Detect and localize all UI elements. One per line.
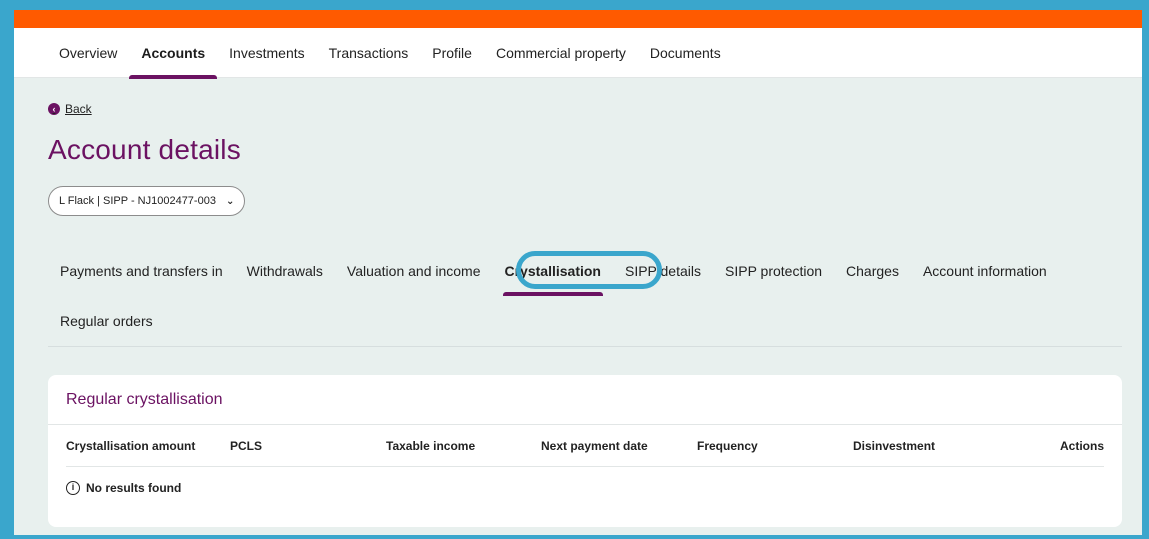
tab-regular-orders[interactable]: Regular orders xyxy=(48,296,165,346)
app-frame: Overview Accounts Investments Transactio… xyxy=(14,10,1142,535)
back-link[interactable]: ‹ Back xyxy=(48,102,1122,116)
nav-overview[interactable]: Overview xyxy=(59,28,117,78)
regular-crystallisation-card: Regular crystallisation Crystallisation … xyxy=(48,375,1122,527)
tab-withdrawals[interactable]: Withdrawals xyxy=(235,246,335,296)
back-label: Back xyxy=(65,102,92,116)
account-subtabs: Payments and transfers in Withdrawals Va… xyxy=(48,246,1122,347)
chevron-down-icon: ⌄ xyxy=(225,195,235,207)
card-title: Regular crystallisation xyxy=(48,375,1122,425)
page-title: Account details xyxy=(48,134,241,165)
account-select-value: L Flack | SIPP - NJ1002477-003 xyxy=(59,195,216,207)
brand-bar xyxy=(14,10,1142,28)
empty-message: No results found xyxy=(86,481,182,495)
nav-transactions[interactable]: Transactions xyxy=(329,28,409,78)
main-nav: Overview Accounts Investments Transactio… xyxy=(14,28,1142,79)
empty-state: i No results found xyxy=(66,467,1104,509)
table-header: Crystallisation amount PCLS Taxable inco… xyxy=(66,425,1104,467)
info-icon: i xyxy=(66,481,80,495)
col-pcls: PCLS xyxy=(230,438,263,453)
col-disinvestment: Disinvestment xyxy=(853,438,936,453)
tab-sipp-protection[interactable]: SIPP protection xyxy=(713,246,834,296)
col-crystallisation-amount: Crystallisation amount xyxy=(66,438,196,453)
nav-profile[interactable]: Profile xyxy=(432,28,472,78)
tab-valuation-income[interactable]: Valuation and income xyxy=(335,246,493,296)
col-taxable-income: Taxable income xyxy=(386,438,476,453)
tab-crystallisation[interactable]: Crystallisation xyxy=(493,246,613,296)
main-content: ‹ Back Account details L Flack | SIPP - … xyxy=(14,102,1142,527)
tab-account-information[interactable]: Account information xyxy=(911,246,1059,296)
nav-accounts[interactable]: Accounts xyxy=(129,28,217,79)
tab-sipp-details[interactable]: SIPP details xyxy=(613,246,713,296)
tab-charges[interactable]: Charges xyxy=(834,246,911,296)
nav-investments[interactable]: Investments xyxy=(229,28,304,78)
tab-payments-transfers-in[interactable]: Payments and transfers in xyxy=(48,246,235,296)
chevron-left-icon: ‹ xyxy=(48,103,60,115)
col-actions: Actions xyxy=(1059,438,1104,453)
nav-commercial-property[interactable]: Commercial property xyxy=(496,28,626,78)
account-select[interactable]: L Flack | SIPP - NJ1002477-003 ⌄ xyxy=(48,186,246,216)
col-next-payment-date: Next payment date xyxy=(541,438,648,453)
col-frequency: Frequency xyxy=(697,438,758,453)
nav-documents[interactable]: Documents xyxy=(650,28,721,78)
